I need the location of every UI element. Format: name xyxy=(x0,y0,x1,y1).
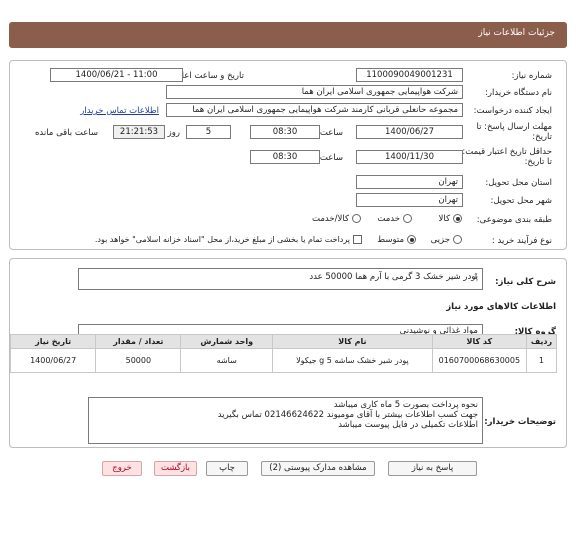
reply-deadline-label: مهلت ارسال پاسخ: تا تاریخ: xyxy=(476,122,552,142)
col-unit-header: واحد شمارش xyxy=(180,334,274,349)
need-number-label: شماره نیاز: xyxy=(511,71,552,81)
validity-label: حداقل تاریخ اعتبار قیمت: تا تاریخ: xyxy=(462,147,552,167)
col-code-header: کد کالا xyxy=(431,334,527,349)
resize-handle-icon[interactable]: ⇕ xyxy=(473,270,479,282)
buyer-field[interactable]: شرکت هواپیمایی جمهوری اسلامی ایران هما xyxy=(166,85,463,99)
cell-qty: 50000 xyxy=(95,348,182,373)
process-option-medium[interactable]: متوسط xyxy=(374,235,416,245)
table-row[interactable]: 1 0160700068630005 پودر شیر خشک ساشه 5 g… xyxy=(9,348,558,373)
radio-icon xyxy=(352,214,361,223)
reply-button[interactable]: پاسخ به نیاز xyxy=(388,461,477,476)
reply-time-label: ساعت xyxy=(319,128,343,138)
view-attachments-button[interactable]: مشاهده مدارک پیوستی (2) xyxy=(261,461,375,476)
general-desc-text: پودر شیر خشک 3 گرمی با آرم هما 50000 عدد xyxy=(309,272,478,282)
general-desc-field[interactable]: پودر شیر خشک 3 گرمی با آرم هما 50000 عدد… xyxy=(78,268,483,290)
announce-field[interactable]: 1400/06/21 - 11:00 xyxy=(50,68,183,82)
page-title-bar: جزئیات اطلاعات نیاز xyxy=(9,22,567,48)
treasury-payment-checkbox[interactable]: پرداخت تمام یا بخشی از مبلغ خرید،از محل … xyxy=(92,235,362,244)
category-option-goods[interactable]: کالا xyxy=(436,214,462,224)
reply-date-field[interactable]: 1400/06/27 xyxy=(356,125,463,139)
radio-checked-icon xyxy=(453,214,462,223)
province-label: استان محل تحویل: xyxy=(485,178,552,188)
category-option-goods-service[interactable]: کالا/خدمت xyxy=(309,214,361,224)
checkbox-icon xyxy=(353,235,362,244)
notes-line-2: جهت کسب اطلاعات بیشتر با آقای مومیوند 02… xyxy=(217,410,478,420)
creator-field[interactable]: مجموعه حانعلی قربانی کارمند شرکت هواپیما… xyxy=(166,103,463,117)
reply-time-field[interactable]: 08:30 xyxy=(250,125,320,139)
need-number-field[interactable]: 1100090049001231 xyxy=(356,68,463,82)
cell-code: 0160700068630005 xyxy=(431,348,527,373)
days-remaining-field[interactable]: 5 xyxy=(186,125,231,139)
category-label: طبقه بندی موضوعی: xyxy=(476,215,552,225)
col-row-header: ردیف xyxy=(525,334,558,349)
cell-unit: ساشه xyxy=(180,348,274,373)
general-desc-label: شرح کلی نیاز: xyxy=(495,277,556,287)
validity-time-label: ساعت xyxy=(319,153,343,163)
creator-label: ایجاد کننده درخواست: xyxy=(473,106,552,116)
notes-line-1: نحوه پرداخت بصورت 5 ماه کاری میباشد xyxy=(333,400,478,410)
table-header-row: ردیف کد کالا نام کالا واحد شمارش تعداد /… xyxy=(9,334,558,349)
page-title: جزئیات اطلاعات نیاز xyxy=(478,28,555,38)
city-field[interactable]: تهران xyxy=(356,193,463,207)
remaining-time-label: ساعت باقی مانده xyxy=(34,128,98,138)
col-qty-header: تعداد / مقدار xyxy=(95,334,182,349)
goods-table: ردیف کد کالا نام کالا واحد شمارش تعداد /… xyxy=(9,334,558,373)
goods-info-title: اطلاعات کالاهای مورد نیاز xyxy=(446,302,556,312)
remaining-time-field: 21:21:53 xyxy=(113,125,165,139)
exit-button[interactable]: خروج xyxy=(102,461,142,476)
cell-name: پودر شیر خشک ساشه 5 g جیکولا xyxy=(272,348,433,373)
buyer-notes-field[interactable]: نحوه پرداخت بصورت 5 ماه کاری میباشد جهت … xyxy=(88,397,483,444)
col-name-header: نام کالا xyxy=(272,334,433,349)
print-button[interactable]: چاپ xyxy=(206,461,248,476)
radio-icon xyxy=(453,235,462,244)
category-option-service[interactable]: خدمت xyxy=(374,214,412,224)
cell-row: 1 xyxy=(525,348,558,373)
cell-date: 1400/06/27 xyxy=(9,348,97,373)
radio-checked-icon xyxy=(407,235,416,244)
province-field[interactable]: تهران xyxy=(356,175,463,189)
buyer-contact-link[interactable]: اطلاعات تماس خریدار xyxy=(80,106,159,116)
back-button[interactable]: بازگشت xyxy=(154,461,197,476)
validity-date-field[interactable]: 1400/11/30 xyxy=(356,150,463,164)
buyer-label: نام دستگاه خریدار: xyxy=(485,88,552,98)
col-date-header: تاریخ نیاز xyxy=(9,334,97,349)
buyer-notes-label: توضیحات خریدار: xyxy=(484,417,556,427)
radio-icon xyxy=(403,214,412,223)
notes-line-3: اطلاعات تکمیلی در فایل پیوست میباشد xyxy=(338,420,478,430)
process-option-minor[interactable]: جزیی xyxy=(428,235,462,245)
city-label: شهر محل تحویل: xyxy=(490,196,552,206)
process-type-label: نوع فرآیند خرید : xyxy=(491,236,552,246)
validity-time-field[interactable]: 08:30 xyxy=(250,150,320,164)
